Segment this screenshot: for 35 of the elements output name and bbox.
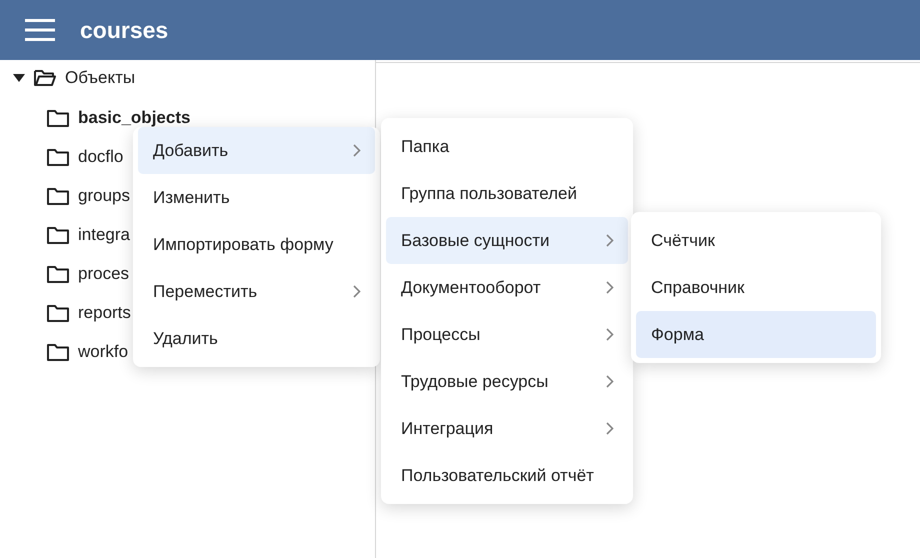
menu-item[interactable]: Трудовые ресурсы: [386, 358, 628, 405]
folder-icon: [46, 224, 70, 244]
menu-item[interactable]: Папка: [386, 123, 628, 170]
menu-icon[interactable]: [25, 19, 55, 41]
menu-item[interactable]: Добавить: [138, 127, 375, 174]
menu-item[interactable]: Интеграция: [386, 405, 628, 452]
open-folder-icon: [33, 68, 57, 88]
tree-item[interactable]: basic_objects: [78, 108, 190, 128]
menu-item[interactable]: Документооборот: [386, 264, 628, 311]
tree-item[interactable]: proces: [78, 264, 130, 284]
menu-item[interactable]: Базовые сущности: [386, 217, 628, 264]
menu-item[interactable]: Удалить: [138, 315, 375, 362]
menu-item[interactable]: Счётчик: [636, 217, 876, 264]
menu-item[interactable]: Пользовательский отчёт: [386, 452, 628, 499]
tree-item[interactable]: workfo: [78, 342, 128, 362]
menu-item[interactable]: Форма: [636, 311, 876, 358]
folder-icon: [46, 342, 70, 362]
menu-item[interactable]: Процессы: [386, 311, 628, 358]
tree-item[interactable]: Объекты: [65, 68, 136, 88]
menu-item[interactable]: Группа пользователей: [386, 170, 628, 217]
folder-icon: [46, 146, 70, 166]
tree-item[interactable]: docflo: [78, 146, 124, 166]
tree-item[interactable]: groups: [78, 186, 130, 206]
folder-icon: [46, 186, 70, 206]
menu-item[interactable]: Импортировать форму: [138, 221, 375, 268]
folder-icon: [46, 108, 70, 128]
caret-down-icon[interactable]: [13, 74, 25, 82]
menu-item[interactable]: Переместить: [138, 268, 375, 315]
tree-item[interactable]: reports: [78, 302, 131, 322]
menu-item[interactable]: Справочник: [636, 264, 876, 311]
folder-icon: [46, 302, 70, 322]
folder-icon: [46, 264, 70, 284]
menu-item[interactable]: Изменить: [138, 174, 375, 221]
tree-item[interactable]: integra: [78, 224, 130, 244]
app-title: courses: [80, 16, 168, 44]
